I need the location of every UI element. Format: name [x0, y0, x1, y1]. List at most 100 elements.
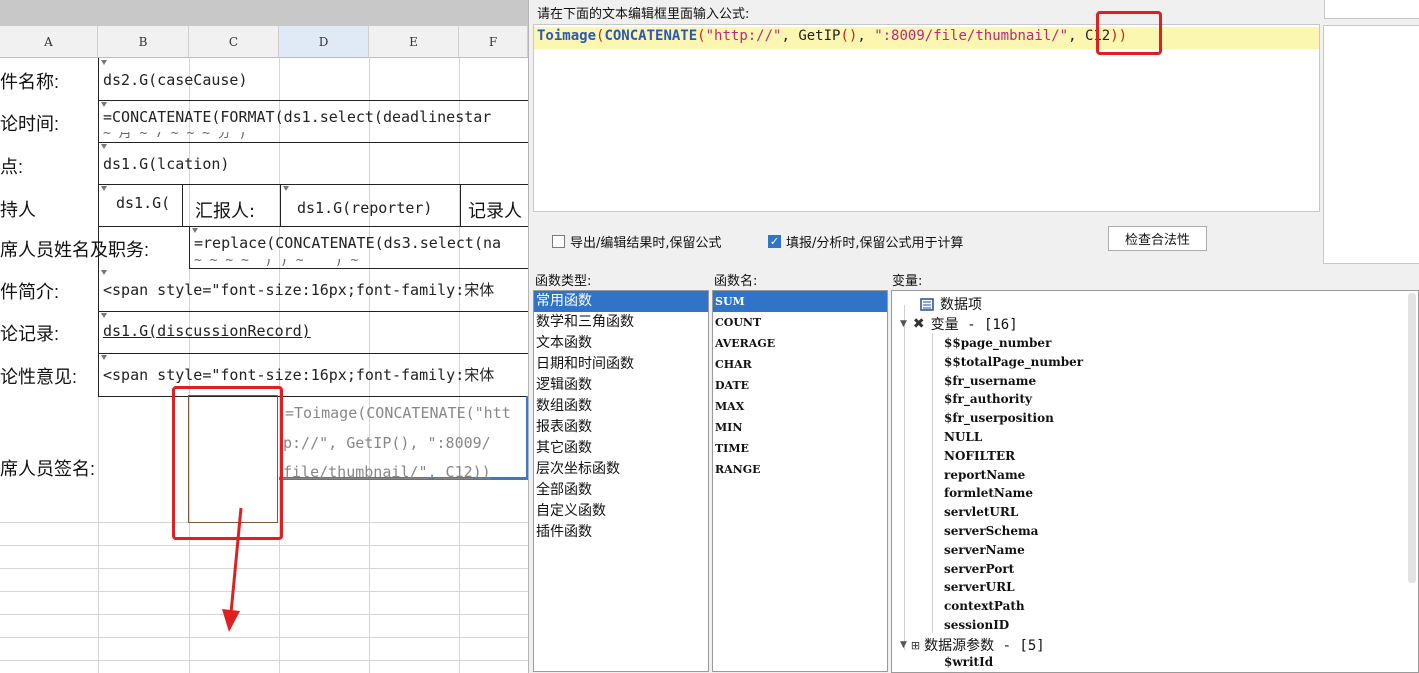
- variable-item[interactable]: formletName: [944, 484, 1083, 503]
- row-label-opinion: 论性意见:: [0, 367, 78, 387]
- variable-item[interactable]: serverURL: [944, 578, 1083, 597]
- column-label: E: [409, 34, 418, 49]
- cell-discussion-time[interactable]: =CONCATENATE(FORMAT(ds1.select(deadlines…: [103, 108, 528, 126]
- function-name-item[interactable]: SUM: [713, 291, 887, 312]
- preview-panel: [1323, 25, 1419, 264]
- row-label-discussion-time: 论时间:: [0, 114, 60, 134]
- column-header-f[interactable]: F: [459, 26, 528, 58]
- row-label-case-summary: 件简介:: [0, 282, 60, 302]
- function-name-item[interactable]: RANGE: [713, 459, 887, 480]
- tree-guide-line: [904, 305, 905, 650]
- variable-item[interactable]: $fr_authority: [944, 390, 1083, 409]
- variable-item[interactable]: sessionID: [944, 616, 1083, 635]
- function-type-item[interactable]: 层次坐标函数: [534, 459, 708, 480]
- variable-item[interactable]: reportName: [944, 466, 1083, 485]
- row-label-attendees: 席人员姓名及职务:: [0, 240, 150, 260]
- tree-node-data-items[interactable]: 数据项: [920, 294, 982, 314]
- cell-reporter[interactable]: ds1.G(reporter): [297, 199, 457, 217]
- cell-host[interactable]: ds1.G(: [116, 194, 180, 212]
- column-label: B: [138, 34, 148, 49]
- cell-location[interactable]: ds1.G(lcation): [103, 155, 523, 173]
- formula-text[interactable]: Toimage(CONCATENATE("http://", GetIP(), …: [537, 28, 1127, 44]
- ds-param-item[interactable]: $writId: [944, 653, 993, 672]
- cell-attendees-overflow: ~ ~ ~ ~ ")") ~ " ") ~ " ": [194, 259, 390, 267]
- function-name-item[interactable]: DATE: [713, 375, 887, 396]
- annotation-arrow-icon: [222, 507, 243, 632]
- cell-discussion-time-overflow: ~ 月 ~ 7 ~ ~ ~ 分"): [103, 132, 247, 141]
- column-label: D: [318, 34, 329, 49]
- tree-label-data-items: 数据项: [940, 297, 982, 313]
- column-header-e[interactable]: E: [369, 26, 459, 58]
- cell-marker-icon: [101, 313, 107, 318]
- column-header-a[interactable]: A: [0, 26, 98, 58]
- tree-expand-icon[interactable]: ▼: [900, 319, 907, 329]
- variable-item[interactable]: contextPath: [944, 597, 1083, 616]
- row-label-case-name: 件名称:: [0, 72, 60, 92]
- column-header-b[interactable]: B: [98, 26, 189, 58]
- cell-case-cause[interactable]: ds2.G(caseCause): [103, 71, 523, 89]
- grid-line: [0, 545, 528, 546]
- column-header-c[interactable]: C: [189, 26, 279, 58]
- function-name-item[interactable]: MIN: [713, 417, 887, 438]
- function-type-item[interactable]: 日期和时间函数: [534, 354, 708, 375]
- tree-node-variables[interactable]: ▼ ✖ 变量 - [16]: [900, 314, 1018, 334]
- function-type-item[interactable]: 自定义函数: [534, 501, 708, 522]
- check-validity-button[interactable]: 检查合法性: [1108, 226, 1207, 251]
- function-name-item[interactable]: MAX: [713, 396, 887, 417]
- function-type-item[interactable]: 其它函数: [534, 438, 708, 459]
- function-name-item[interactable]: COUNT: [713, 312, 887, 333]
- option-keep-formula-fill[interactable]: ✓ 填报/分析时,保留公式用于计算: [768, 232, 964, 251]
- variable-item[interactable]: $$totalPage_number: [944, 353, 1083, 372]
- checkbox-export[interactable]: [552, 235, 565, 248]
- cell-case-summary[interactable]: <span style="font-size:16px;font-family:…: [103, 279, 528, 300]
- variable-item[interactable]: $fr_username: [944, 372, 1083, 391]
- function-type-item[interactable]: 文本函数: [534, 333, 708, 354]
- variables-scrollbar[interactable]: [1408, 293, 1416, 583]
- function-type-item[interactable]: 逻辑函数: [534, 375, 708, 396]
- variable-item[interactable]: NULL: [944, 428, 1083, 447]
- function-name-item[interactable]: TIME: [713, 438, 887, 459]
- variables-tree[interactable]: 数据项 ▼ ✖ 变量 - [16] $$page_number $$totalP…: [891, 290, 1419, 673]
- option-keep-formula-export[interactable]: 导出/编辑结果时,保留公式: [552, 232, 722, 251]
- variable-item[interactable]: serverName: [944, 541, 1083, 560]
- formula-comma: ,: [781, 28, 799, 44]
- tree-label-ds-params: 数据源参数 - [5]: [924, 638, 1045, 654]
- cell-attendees[interactable]: =replace(CONCATENATE(ds3.select(na: [194, 234, 528, 252]
- signature-formula-line2: p://", GetIP(), ":8009/: [283, 434, 491, 452]
- formula-editor[interactable]: [533, 24, 1320, 212]
- variable-item[interactable]: serverPort: [944, 560, 1083, 579]
- cell-border: [98, 58, 99, 396]
- column-header-d[interactable]: D: [279, 26, 369, 58]
- variable-item[interactable]: $fr_userposition: [944, 409, 1083, 428]
- checkbox-fill-checked[interactable]: ✓: [768, 235, 781, 248]
- variable-item[interactable]: NOFILTER: [944, 447, 1083, 466]
- option-export-label: 导出/编辑结果时,保留公式: [570, 236, 722, 251]
- function-name-item[interactable]: AVERAGE: [713, 333, 887, 354]
- tree-expand-icon[interactable]: ▼: [900, 640, 907, 650]
- cell-marker-icon: [101, 60, 107, 65]
- tree-node-ds-params[interactable]: ▼ ⊞ 数据源参数 - [5]: [900, 635, 1045, 655]
- column-label: C: [228, 34, 239, 49]
- function-type-item[interactable]: 全部函数: [534, 480, 708, 501]
- column-label: A: [44, 34, 53, 49]
- function-names-list[interactable]: SUM COUNT AVERAGE CHAR DATE MAX MIN TIME…: [712, 290, 888, 672]
- formula-str-path: ":8009/file/thumbnail/": [874, 28, 1069, 44]
- function-type-item[interactable]: 报表函数: [534, 417, 708, 438]
- function-type-item[interactable]: 数学和三角函数: [534, 312, 708, 333]
- variable-item[interactable]: serverSchema: [944, 522, 1083, 541]
- top-right-field[interactable]: [1324, 0, 1419, 19]
- function-types-list[interactable]: 常用函数 数学和三角函数 文本函数 日期和时间函数 逻辑函数 数组函数 报表函数…: [533, 290, 709, 672]
- variable-item[interactable]: $$page_number: [944, 334, 1083, 353]
- variable-item[interactable]: servletURL: [944, 503, 1083, 522]
- function-type-item[interactable]: 常用函数: [534, 291, 708, 312]
- function-name-item[interactable]: CHAR: [713, 354, 887, 375]
- cell-discussion-record[interactable]: ds1.G(discussionRecord): [103, 322, 523, 340]
- cell-opinion[interactable]: <span style="font-size:16px;font-family:…: [103, 364, 528, 385]
- option-fill-label: 填报/分析时,保留公式用于计算: [786, 236, 964, 251]
- sheet-top-bar: [0, 0, 528, 26]
- cell-border: [98, 353, 528, 354]
- function-type-item[interactable]: 插件函数: [534, 522, 708, 543]
- formula-fn-concatenate: CONCATENATE: [604, 28, 698, 44]
- function-type-item[interactable]: 数组函数: [534, 396, 708, 417]
- spreadsheet-area: A B C D E F 件名称: 论时间: 点: 持人 席人员姓名及职务: 件简…: [0, 0, 528, 673]
